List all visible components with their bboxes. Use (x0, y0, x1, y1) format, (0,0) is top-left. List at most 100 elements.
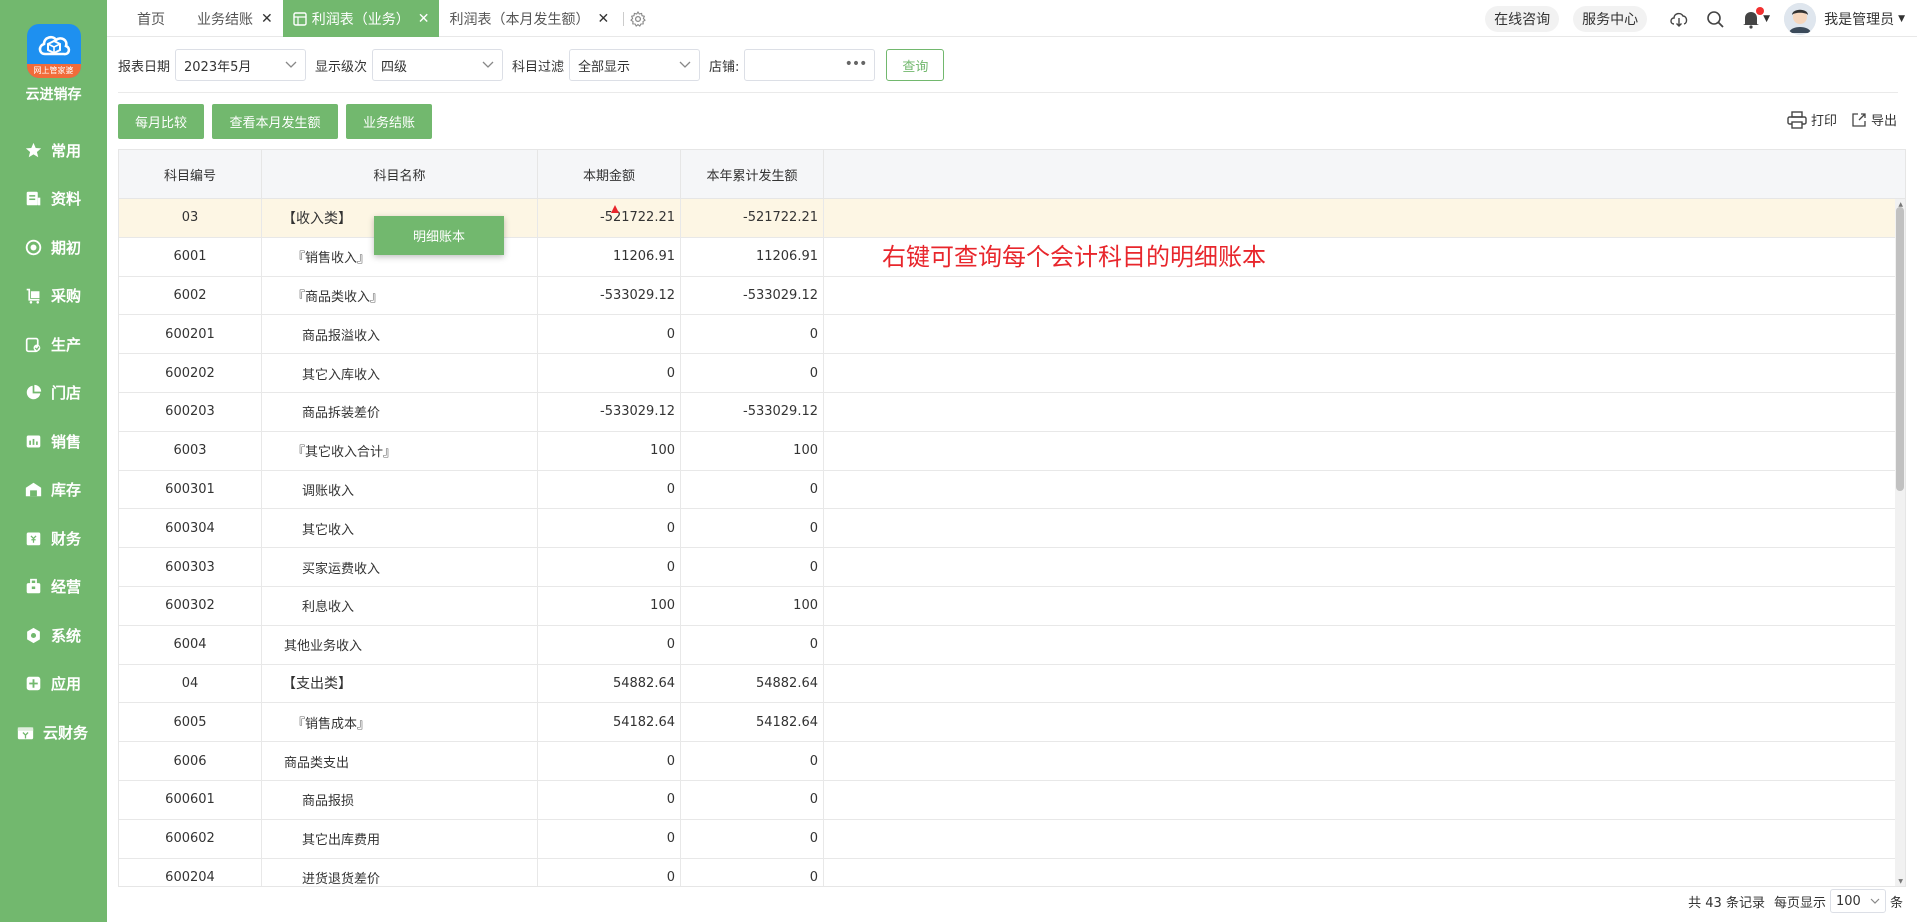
more-icon[interactable]: ••• (845, 56, 868, 72)
context-menu-ledger-item[interactable]: 明细账本 (374, 216, 504, 255)
sidebar-item-cloud-finance[interactable]: 云财务 (0, 708, 107, 757)
table-row[interactable]: 6003 『其它收入合计』 100 100 (119, 431, 1905, 471)
table-icon (293, 11, 307, 26)
sidebar-item-data[interactable]: 资料 (0, 175, 107, 224)
tab-profit-month[interactable]: 利润表（本月发生额） ✕ (439, 0, 619, 37)
sidebar-item-inventory[interactable]: 库存 (0, 466, 107, 515)
cell-current: 0 (538, 470, 681, 509)
app-logo[interactable]: 网上管家婆 (26, 24, 81, 78)
export-button[interactable]: 导出 (1851, 110, 1897, 129)
cell-empty (824, 199, 1905, 237)
cell-code: 600203 (119, 392, 262, 431)
sidebar-item-operations[interactable]: 经营 (0, 563, 107, 612)
view-month-amount-button[interactable]: 查看本月发生额 (212, 104, 338, 139)
printer-icon (1787, 110, 1807, 129)
sidebar-item-sales[interactable]: 销售 (0, 417, 107, 466)
sidebar-item-finance[interactable]: 财务 (0, 514, 107, 563)
online-consult-button[interactable]: 在线咨询 (1485, 5, 1560, 32)
cell-empty (824, 781, 1905, 819)
chevron-down-icon[interactable]: ▼ (1763, 14, 1770, 24)
per-page-unit: 条 (1889, 895, 1903, 911)
search-icon[interactable] (1705, 9, 1725, 29)
table-row[interactable]: 600204 进货退货差价 0 0 (119, 858, 1905, 887)
column-header-ytd[interactable]: 本年累计发生额 (681, 150, 824, 199)
cell-ytd: 100 (681, 586, 824, 625)
sidebar-item-opening[interactable]: 期初 (0, 223, 107, 272)
cell-ytd: 0 (681, 470, 824, 509)
display-level-select[interactable]: 四级 (372, 49, 504, 81)
table-row[interactable]: 6006 商品类支出 0 0 (119, 742, 1905, 781)
sidebar-item-purchase[interactable]: 采购 (0, 272, 107, 321)
print-button[interactable]: 打印 (1787, 110, 1837, 129)
tab-home[interactable]: 首页 (107, 0, 187, 37)
sales-icon (24, 432, 42, 450)
display-level-value: 四级 (381, 59, 408, 75)
total-records: 共 43 条记录 (1688, 895, 1765, 911)
cell-ytd: 0 (681, 858, 824, 886)
column-header-current[interactable]: 本期金额 (538, 150, 681, 199)
sidebar-item-apps[interactable]: 应用 (0, 660, 107, 709)
tab-profit-business[interactable]: 利润表（业务） ✕ (282, 0, 440, 37)
sidebar-item-label: 期初 (51, 238, 82, 257)
cell-empty (824, 393, 1905, 431)
table-row[interactable]: 600301 调账收入 0 0 (119, 470, 1905, 510)
cell-name: 商品类支出 (284, 755, 350, 771)
table-row[interactable]: 6005 『销售成本』 54182.64 54182.64 (119, 703, 1905, 743)
subject-filter-select[interactable]: 全部显示 (569, 49, 701, 81)
tab-strip: 首页 业务结账 ✕ 利润表（业务） ✕ 利润表（本月发生额） ✕ (107, 0, 647, 37)
sidebar-item-label: 采购 (51, 287, 82, 306)
plus-icon (24, 675, 42, 693)
cell-current: 0 (538, 625, 681, 664)
table-row[interactable]: 600602 其它出库费用 0 0 (119, 819, 1905, 859)
table-row[interactable]: 600302 利息收入 100 100 (119, 586, 1905, 626)
table-row[interactable]: 600202 其它入库收入 0 0 (119, 354, 1905, 393)
scroll-down-icon[interactable]: ▼ (1898, 878, 1903, 885)
close-icon[interactable]: ✕ (597, 11, 609, 27)
document-icon (24, 190, 42, 208)
table-row[interactable]: 600203 商品拆装差价 -533029.12 -533029.12 (119, 392, 1905, 432)
close-icon[interactable]: ✕ (261, 11, 273, 27)
sidebar-item-production[interactable]: 生产 (0, 320, 107, 369)
scrollbar-thumb[interactable] (1896, 207, 1904, 491)
shop-picker[interactable]: ••• (744, 49, 876, 81)
sidebar-item-system[interactable]: 系统 (0, 611, 107, 660)
table-row[interactable]: 600601 商品报损 0 0 (119, 780, 1905, 820)
table-row[interactable]: 6002 『商品类收入』 -533029.12 -533029.12 (119, 276, 1905, 316)
cell-ytd: 0 (681, 354, 824, 392)
table-row[interactable]: 6004 其他业务收入 0 0 (119, 625, 1905, 665)
service-center-button[interactable]: 服务中心 (1573, 5, 1648, 32)
close-icon[interactable]: ✕ (418, 11, 430, 27)
cell-empty (824, 277, 1905, 315)
sidebar-item-store[interactable]: 门店 (0, 369, 107, 418)
username[interactable]: 我是管理员 (1824, 9, 1894, 29)
cell-ytd: -533029.12 (681, 276, 824, 315)
sidebar-item-label: 常用 (51, 141, 82, 160)
business-icon (24, 578, 42, 596)
table-row[interactable]: 600201 商品报溢收入 0 0 (119, 315, 1905, 355)
cell-current: 0 (538, 315, 681, 354)
avatar[interactable] (1784, 2, 1817, 35)
cell-code: 6006 (119, 742, 262, 780)
gear-icon[interactable] (630, 10, 647, 27)
tab-business-close[interactable]: 业务结账 ✕ (187, 0, 283, 37)
table-row[interactable]: 04 【支出类】 54882.64 54882.64 (119, 664, 1905, 704)
divider (118, 92, 1898, 93)
sidebar-item-common[interactable]: 常用 (0, 126, 107, 175)
query-button[interactable]: 查询 (886, 49, 945, 81)
report-date-select[interactable]: 2023年5月 (175, 49, 307, 81)
business-close-button[interactable]: 业务结账 (346, 104, 432, 139)
table-row[interactable]: 600303 买家运费收入 0 0 (119, 548, 1905, 587)
monthly-compare-button[interactable]: 每月比较 (118, 104, 204, 139)
star-icon (24, 141, 42, 159)
chevron-down-icon[interactable]: ▼ (1898, 14, 1905, 24)
page-size-select[interactable]: 100 (1829, 889, 1886, 913)
column-header-code[interactable]: 科目编号 (119, 150, 262, 199)
cell-name: 进货退货差价 (302, 871, 381, 887)
cell-ytd: 54882.64 (681, 664, 824, 703)
column-header-name[interactable]: 科目名称 (262, 150, 538, 199)
notification-bell[interactable] (1741, 6, 1765, 29)
table-row[interactable]: 600304 其它收入 0 0 (119, 509, 1905, 549)
vertical-scrollbar[interactable]: ▲ ▼ (1895, 199, 1905, 886)
tab-label: 业务结账 (197, 11, 253, 28)
cloud-download-icon[interactable] (1669, 9, 1689, 29)
